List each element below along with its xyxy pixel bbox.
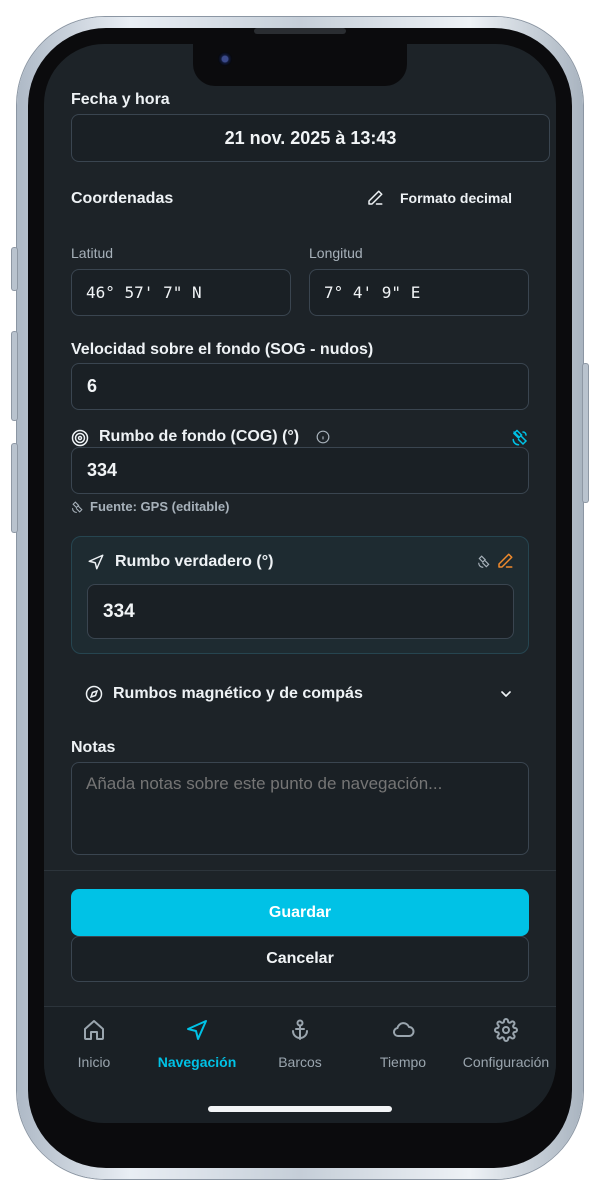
- home-icon: [84, 1020, 104, 1040]
- magnetic-headings-label: Rumbos magnético y de compás: [113, 685, 363, 702]
- save-button[interactable]: Guardar: [71, 889, 529, 936]
- satellite-icon[interactable]: [511, 429, 529, 447]
- power-button: [583, 364, 588, 502]
- pencil-icon: [368, 190, 383, 205]
- longitude-label: Longitud: [309, 245, 363, 261]
- home-indicator[interactable]: [208, 1106, 392, 1112]
- latitude-value: 46° 57' 7" N: [86, 283, 202, 302]
- front-camera: [218, 52, 232, 66]
- cancel-button-label: Cancelar: [266, 950, 334, 967]
- latitude-label: Latitud: [71, 245, 114, 261]
- notes-label: Notas: [71, 739, 116, 756]
- info-icon[interactable]: [316, 430, 330, 444]
- save-button-label: Guardar: [268, 903, 332, 921]
- date-time-field[interactable]: 21 nov. 2025 à 13:43: [71, 114, 550, 162]
- volume-up-button: [12, 332, 17, 420]
- format-decimal-label: Formato decimal: [400, 190, 513, 206]
- cog-input[interactable]: 334: [71, 447, 529, 494]
- target-icon: [71, 429, 89, 447]
- cog-source-text: Fuente: GPS (editable): [90, 499, 230, 514]
- true-heading-label: Rumbo verdadero (°): [115, 553, 274, 570]
- navigation-arrow-icon: [88, 554, 104, 570]
- longitude-value: 7° 4' 9" E: [324, 283, 421, 302]
- cancel-button[interactable]: Cancelar: [71, 936, 529, 982]
- nav-item-configuracion[interactable]: Configuración: [455, 1018, 557, 1070]
- nav-label-configuracion: Configuración: [462, 1054, 550, 1070]
- coordinates-label: Coordenadas: [71, 190, 174, 207]
- nav-item-navegacion[interactable]: Navegación: [147, 1018, 247, 1070]
- format-decimal-button[interactable]: Formato decimal: [366, 189, 512, 207]
- satellite-small-icon: [72, 501, 83, 513]
- notes-textarea[interactable]: [71, 762, 529, 855]
- nav-item-tiempo[interactable]: Tiempo: [353, 1018, 453, 1070]
- sog-input[interactable]: 6: [71, 363, 529, 410]
- sog-value: 6: [87, 376, 98, 396]
- sog-label: Velocidad sobre el fondo (SOG - nudos): [71, 341, 374, 358]
- date-time-label: Fecha y hora: [71, 91, 170, 108]
- gear-icon: [494, 1018, 518, 1042]
- nav-label-tiempo: Tiempo: [379, 1054, 427, 1070]
- volume-down-button: [12, 444, 17, 532]
- true-heading-input[interactable]: 334: [87, 584, 514, 639]
- latitude-input[interactable]: 46° 57' 7" N: [71, 269, 291, 316]
- navigation-icon: [187, 1020, 207, 1040]
- nav-item-barcos[interactable]: Barcos: [250, 1018, 350, 1070]
- nav-item-inicio[interactable]: Inicio: [44, 1018, 144, 1070]
- magnetic-headings-toggle[interactable]: Rumbos magnético y de compás: [71, 670, 529, 718]
- true-heading-value: 334: [103, 600, 135, 622]
- cog-label: Rumbo de fondo (COG) (°): [99, 428, 300, 445]
- date-time-value: 21 nov. 2025 à 13:43: [224, 127, 397, 148]
- cloud-icon: [393, 1022, 415, 1038]
- anchor-icon: [292, 1019, 308, 1040]
- longitude-input[interactable]: 7° 4' 9" E: [309, 269, 529, 316]
- nav-label-navegacion: Navegación: [157, 1054, 237, 1070]
- nav-label-barcos: Barcos: [278, 1054, 322, 1070]
- nav-label-inicio: Inicio: [77, 1054, 111, 1070]
- compass-icon: [85, 685, 103, 703]
- mute-switch: [12, 248, 17, 290]
- satellite-small-icon[interactable]: [477, 555, 491, 569]
- divider: [44, 870, 556, 871]
- edit-pencil-icon[interactable]: [496, 552, 514, 570]
- speaker-grille: [254, 28, 346, 34]
- chevron-down-icon: [501, 691, 511, 697]
- cog-value: 334: [87, 460, 118, 480]
